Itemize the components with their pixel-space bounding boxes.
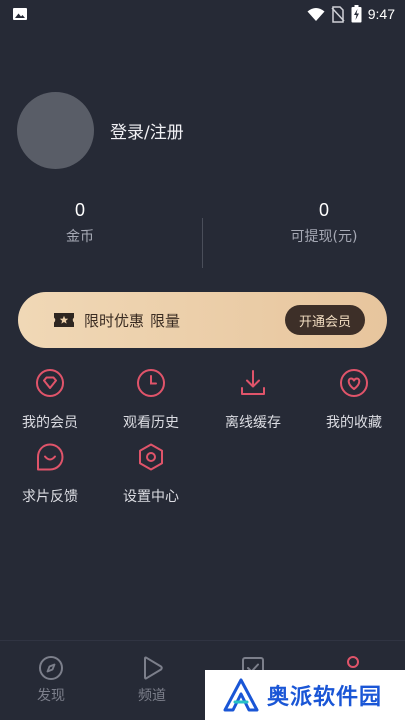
status-icons: 9:47 (307, 5, 395, 23)
coins-value: 0 (74, 200, 85, 220)
menu-item-offline-cache[interactable]: 离线缓存 (203, 368, 303, 432)
menu-label: 离线缓存 (225, 415, 281, 431)
vip-promo-text: 限时优惠 (84, 311, 145, 330)
compass-icon (39, 656, 63, 680)
clock-icon (137, 369, 165, 397)
image-icon (13, 8, 27, 20)
cash-stat[interactable]: 0 可提现(元) (244, 198, 404, 246)
status-time: 9:47 (367, 6, 395, 22)
watermark-logo-icon (223, 678, 259, 712)
watermark-text: 奥派软件园 (267, 685, 383, 710)
ticket-star-icon (54, 313, 74, 327)
vip-promo-info: 限时优惠 限量 (52, 308, 285, 332)
menu-label: 求片反馈 (22, 489, 78, 505)
menu-item-request-feedback[interactable]: 求片反馈 (0, 442, 100, 506)
cash-label: 可提现(元) (290, 229, 358, 245)
nav-label: 发现 (37, 688, 65, 704)
download-icon (241, 370, 265, 395)
play-icon (144, 656, 163, 680)
login-register-link[interactable]: 登录/注册 (110, 118, 184, 143)
menu-item-my-vip[interactable]: 我的会员 (0, 368, 100, 432)
coins-label: 金币 (66, 229, 94, 245)
nav-label: 频道 (138, 688, 166, 704)
nav-item-discover[interactable]: 发现 (16, 655, 86, 705)
wifi-icon (307, 7, 325, 21)
nav-item-channel[interactable]: 频道 (117, 655, 187, 705)
settings-icon (139, 443, 163, 471)
vip-promo-banner[interactable]: 限时优惠 限量 开通会员 (18, 292, 387, 348)
feedback-icon (37, 443, 64, 471)
no-sim-icon (331, 5, 345, 23)
vip-limit-text: 限量 (150, 311, 181, 330)
heart-icon (340, 369, 368, 397)
avatar[interactable] (17, 92, 94, 169)
menu-label: 观看历史 (123, 415, 179, 431)
menu-item-my-favorites[interactable]: 我的收藏 (304, 368, 404, 432)
profile-section[interactable]: 登录/注册 (17, 92, 184, 169)
coins-stat[interactable]: 0 金币 (0, 198, 160, 246)
menu-item-watch-history[interactable]: 观看历史 (101, 368, 201, 432)
stats-row: 0 金币 0 可提现(元) (0, 198, 405, 270)
menu-label: 我的收藏 (326, 415, 382, 431)
battery-charging-icon (351, 5, 362, 23)
open-vip-button[interactable]: 开通会员 (284, 305, 365, 335)
menu-item-settings[interactable]: 设置中心 (101, 442, 201, 506)
diamond-icon (36, 369, 64, 397)
menu-label: 设置中心 (123, 489, 179, 505)
stats-divider (202, 218, 203, 268)
status-bar: 9:47 (0, 0, 405, 28)
cash-value: 0 (318, 200, 329, 220)
menu-label: 我的会员 (22, 415, 78, 431)
watermark-overlay: 奥派软件园 (205, 670, 405, 720)
